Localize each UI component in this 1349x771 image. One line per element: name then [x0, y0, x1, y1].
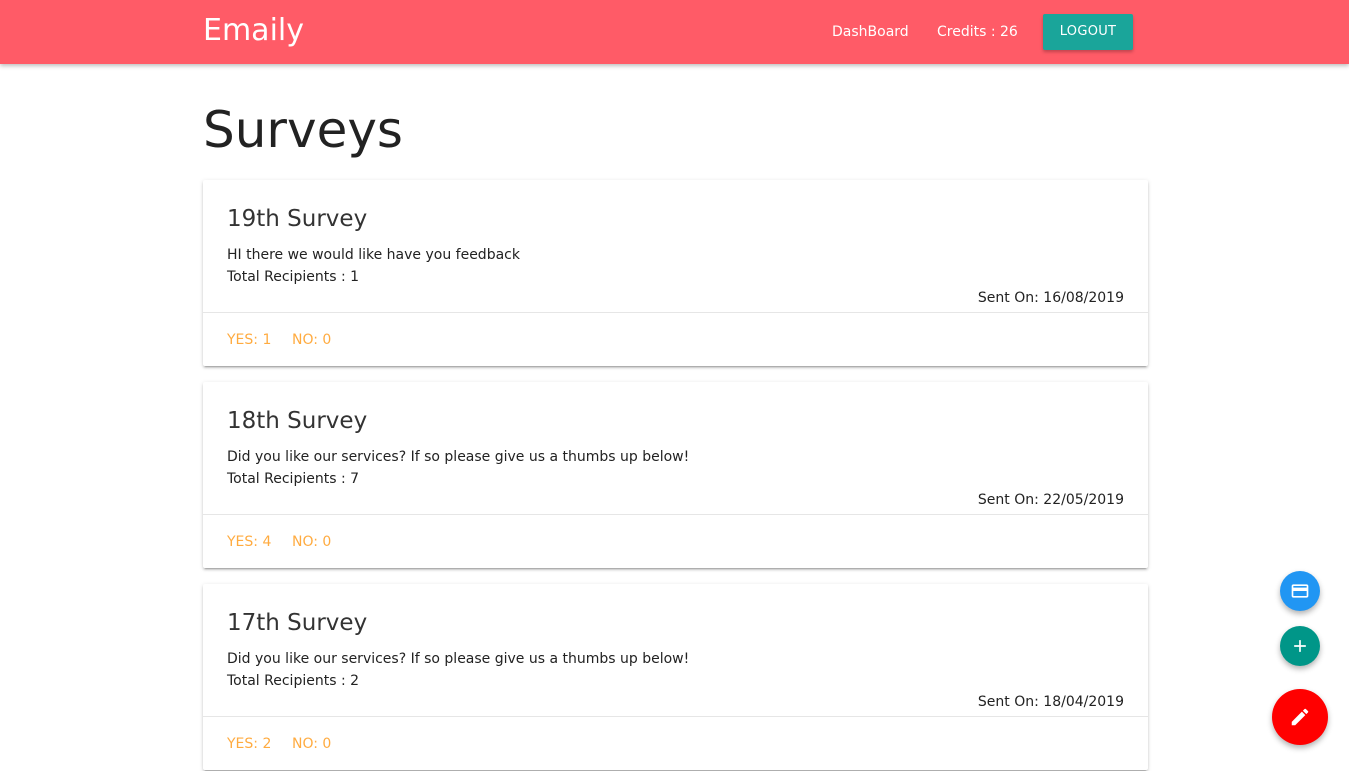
no-count: NO: 0 — [292, 534, 332, 550]
yes-count: YES: 2 — [227, 736, 272, 752]
survey-content: Did you like our services? If so please … — [227, 446, 689, 490]
survey-recipients: Total Recipients : 2 — [227, 673, 360, 689]
add-icon — [1294, 640, 1306, 652]
edit-fab-button[interactable] — [1272, 689, 1328, 745]
edit-pencil-icon — [1291, 708, 1309, 726]
survey-body: HI there we would like have you feedback — [227, 247, 520, 263]
no-count: NO: 0 — [292, 332, 332, 348]
navbar: Emaily DashBoard Credits : 26 LOGOUT — [0, 0, 1349, 64]
survey-title: 18th Survey — [227, 408, 368, 434]
survey-recipients: Total Recipients : 7 — [227, 471, 360, 487]
survey-body: Did you like our services? If so please … — [227, 651, 690, 667]
survey-content: HI there we would like have you feedback… — [227, 244, 520, 288]
yes-count: YES: 1 — [227, 332, 272, 348]
credits-display: Credits : 26 — [937, 24, 1018, 40]
logout-button[interactable]: LOGOUT — [1043, 14, 1133, 50]
brand-logo[interactable]: Emaily — [203, 13, 304, 49]
survey-title: 17th Survey — [227, 610, 368, 636]
no-count: NO: 0 — [292, 736, 332, 752]
survey-card: 17th Survey Did you like our services? I… — [203, 584, 1148, 770]
nav-dashboard-link[interactable]: DashBoard — [832, 22, 909, 42]
survey-card: 19th Survey HI there we would like have … — [203, 180, 1148, 366]
survey-card-action: YES: 2 NO: 0 — [203, 716, 1148, 771]
survey-card: 18th Survey Did you like our services? I… — [203, 382, 1148, 568]
survey-content: Did you like our services? If so please … — [227, 648, 689, 692]
survey-card-action: YES: 1 NO: 0 — [203, 312, 1148, 367]
survey-sent-date: Sent On: 22/05/2019 — [977, 492, 1124, 508]
yes-count: YES: 4 — [227, 534, 272, 550]
credit-card-icon — [1291, 584, 1309, 598]
survey-card-action: YES: 4 NO: 0 — [203, 514, 1148, 569]
survey-recipients: Total Recipients : 1 — [227, 269, 360, 285]
add-survey-fab-button[interactable] — [1280, 626, 1320, 666]
survey-title: 19th Survey — [227, 206, 368, 232]
page-title: Surveys — [203, 101, 403, 159]
survey-sent-date: Sent On: 16/08/2019 — [977, 290, 1124, 306]
survey-sent-date: Sent On: 18/04/2019 — [977, 694, 1124, 710]
survey-body: Did you like our services? If so please … — [227, 449, 690, 465]
billing-fab-button[interactable] — [1280, 571, 1320, 611]
